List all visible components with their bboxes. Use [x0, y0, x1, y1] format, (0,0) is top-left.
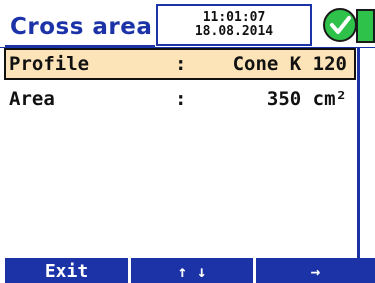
- right-arrow-icon: →: [310, 262, 321, 281]
- softkey-bar: Exit ↑ ↓ →: [0, 258, 375, 283]
- content-right-border: [357, 48, 360, 258]
- header-divider: [0, 47, 375, 48]
- area-label: Area: [9, 88, 55, 110]
- header-bar: Cross area 11:01:07 18.08.2014: [0, 0, 375, 47]
- up-down-arrows-icon: ↑ ↓: [177, 262, 207, 281]
- profile-colon: :: [175, 53, 187, 75]
- area-colon: :: [175, 88, 187, 110]
- next-button[interactable]: →: [256, 258, 375, 283]
- exit-button[interactable]: Exit: [5, 258, 128, 283]
- profile-row[interactable]: Profile : Cone K 120: [4, 48, 356, 80]
- screen-title: Cross area: [10, 14, 153, 40]
- battery-icon: [356, 9, 375, 43]
- datetime-display: 11:01:07 18.08.2014: [156, 4, 312, 46]
- profile-label: Profile: [9, 53, 90, 75]
- time-text: 11:01:07: [202, 10, 266, 25]
- area-value: 350 cm²: [266, 88, 347, 110]
- area-row[interactable]: Area : 350 cm²: [5, 84, 355, 114]
- profile-value: Cone K 120: [232, 53, 347, 75]
- up-down-button[interactable]: ↑ ↓: [131, 258, 253, 283]
- check-circle-icon: [323, 8, 357, 42]
- date-text: 18.08.2014: [194, 24, 274, 39]
